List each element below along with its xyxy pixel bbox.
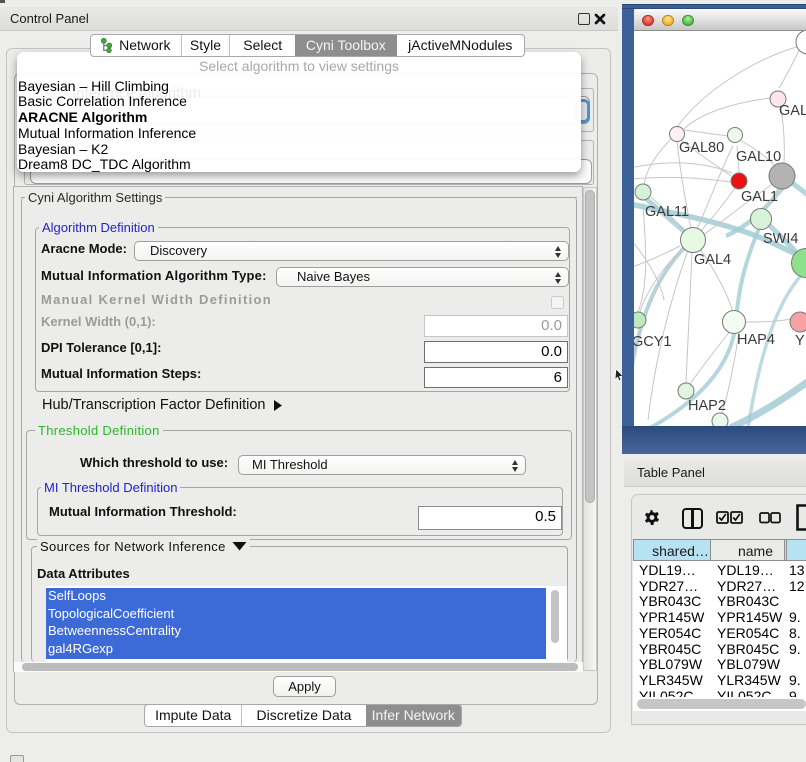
svg-text:GAL1: GAL1: [741, 189, 778, 205]
svg-text:GAL80: GAL80: [679, 140, 724, 156]
svg-text:SWI4: SWI4: [763, 231, 798, 247]
svg-text:GAL10: GAL10: [736, 149, 781, 165]
svg-text:GAL11: GAL11: [645, 204, 689, 220]
svg-text:HAP2: HAP2: [688, 398, 726, 414]
svg-text:Y: Y: [795, 333, 805, 349]
svg-text:GCY1: GCY1: [634, 334, 672, 350]
svg-text:HAP4: HAP4: [737, 332, 775, 348]
svg-text:GAL4: GAL4: [694, 252, 731, 268]
svg-text:GAL: GAL: [779, 103, 806, 119]
